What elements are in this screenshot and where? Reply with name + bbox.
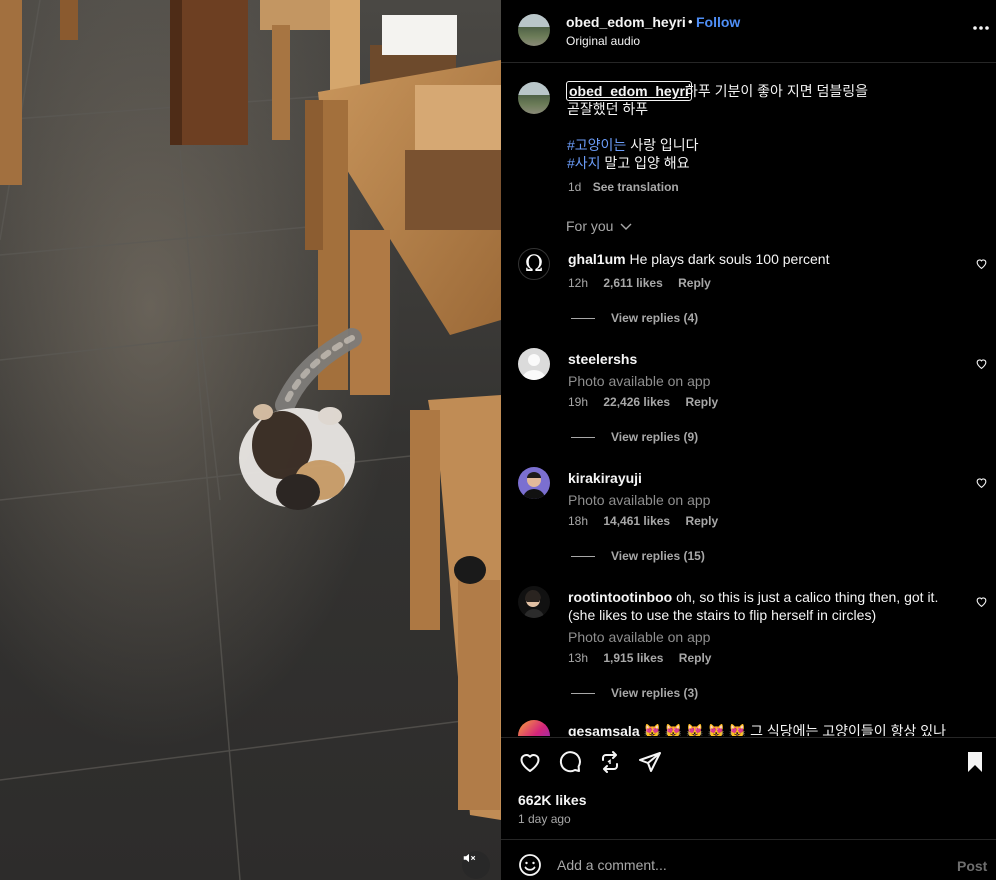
caption-username[interactable]: obed_edom_heyri <box>566 81 692 101</box>
comment-likes[interactable]: 22,426 likes <box>603 395 670 409</box>
photo-placeholder: Photo available on app <box>568 492 711 508</box>
comment-text: steelershs <box>568 350 948 368</box>
author-avatar[interactable] <box>518 14 550 46</box>
caption-meta: 1d See translation <box>568 180 679 194</box>
like-comment-heart-icon[interactable] <box>975 595 988 608</box>
chevron-down-icon <box>620 223 632 231</box>
photo-placeholder: Photo available on app <box>568 373 711 389</box>
comment-text: gesamsala 😻 😻 😻 😻 😻 그 식당에는 고양이들이 항상 있나 <box>568 722 948 736</box>
comment-clipped: gesamsala 😻 😻 😻 😻 😻 그 식당에는 고양이들이 항상 있나 <box>501 716 996 736</box>
comment-meta: 19h 22,426 likes Reply <box>568 395 719 409</box>
view-replies-button[interactable]: View replies (3) <box>571 686 698 700</box>
add-comment-bar: Post <box>501 840 996 880</box>
reply-button[interactable]: Reply <box>685 514 718 528</box>
header-separator: • <box>688 14 693 29</box>
audio-link[interactable]: Original audio <box>566 34 640 48</box>
header-divider <box>501 62 996 63</box>
mute-toggle-button[interactable] <box>462 851 490 879</box>
comment-likes[interactable]: 2,611 likes <box>603 276 662 290</box>
comment-text: ghal1um He plays dark souls 100 percent <box>568 251 830 267</box>
see-translation-link[interactable]: See translation <box>593 180 679 194</box>
comment-meta: 12h 2,611 likes Reply <box>568 276 711 290</box>
photo-placeholder: Photo available on app <box>568 629 711 645</box>
default-avatar-icon <box>522 354 546 380</box>
comment-likes[interactable]: 1,915 likes <box>603 651 663 665</box>
commenter-avatar[interactable] <box>518 348 550 380</box>
comment-likes[interactable]: 14,461 likes <box>603 514 670 528</box>
repost-icon[interactable] <box>598 750 622 774</box>
comment-username[interactable]: ghal1um <box>568 251 626 267</box>
share-send-icon[interactable] <box>638 750 662 774</box>
hashtag-link[interactable]: #사지 <box>567 155 601 171</box>
comment-bubble-icon[interactable] <box>558 750 582 774</box>
post-timestamp: 1 day ago <box>518 812 571 826</box>
comment-username[interactable]: rootintootinboo <box>568 589 672 605</box>
caption-avatar[interactable] <box>518 82 550 114</box>
video-player[interactable] <box>0 0 501 880</box>
more-horizontal-icon[interactable] <box>971 18 991 38</box>
view-replies-button[interactable]: View replies (4) <box>571 311 698 325</box>
video-frame <box>0 0 501 880</box>
reply-button[interactable]: Reply <box>679 651 712 665</box>
like-comment-heart-icon[interactable] <box>975 476 988 489</box>
comment-username[interactable]: gesamsala <box>568 723 640 736</box>
follow-button[interactable]: Follow <box>696 14 740 30</box>
view-replies-button[interactable]: View replies (15) <box>571 549 705 563</box>
post-header: obed_edom_heyri • Follow Original audio <box>501 0 996 62</box>
muted-speaker-icon <box>463 853 476 863</box>
caption-line-2: 곧잘했던 하푸 <box>567 101 649 117</box>
person-avatar-icon <box>523 472 545 499</box>
reply-button[interactable]: Reply <box>685 395 718 409</box>
comment-text: rootintootinboo oh, so this is just a ca… <box>568 589 939 623</box>
caption-hashtag-line-1: #고양이는 사랑 입니다 <box>567 137 699 153</box>
view-replies-button[interactable]: View replies (9) <box>571 430 698 444</box>
like-comment-heart-icon[interactable] <box>975 257 988 270</box>
like-comment-heart-icon[interactable] <box>975 357 988 370</box>
person-avatar-icon <box>524 589 544 618</box>
comment-text: kirakirayuji <box>568 469 948 487</box>
comment-meta: 18h 14,461 likes Reply <box>568 514 719 528</box>
caption-hashtag-line-2: #사지 말고 입양 해요 <box>567 155 690 171</box>
author-username[interactable]: obed_edom_heyri <box>566 14 686 30</box>
add-comment-input[interactable] <box>557 853 937 877</box>
reply-button[interactable]: Reply <box>678 276 711 290</box>
hashtag-link[interactable]: #고양이는 <box>567 137 626 153</box>
comment-username[interactable]: kirakirayuji <box>568 470 642 486</box>
caption-line-1: 하푸 기분이 좋아 지면 덤블링을 <box>685 83 868 99</box>
action-bar <box>501 738 996 788</box>
omega-logo-icon: Ω <box>524 251 544 277</box>
caption-time: 1d <box>568 180 582 194</box>
commenter-avatar[interactable] <box>518 720 550 736</box>
comment-username[interactable]: steelershs <box>568 351 637 367</box>
commenter-avatar[interactable] <box>518 586 550 618</box>
comment-sort-dropdown[interactable]: For you <box>566 218 632 234</box>
commenter-avatar[interactable] <box>518 467 550 499</box>
comment-meta: 13h 1,915 likes Reply <box>568 651 712 665</box>
emoji-smiley-icon[interactable] <box>518 853 542 877</box>
post-detail-panel: obed_edom_heyri • Follow Original audio … <box>501 0 996 880</box>
commenter-avatar[interactable]: Ω <box>518 248 550 280</box>
post-comment-button[interactable]: Post <box>957 858 987 874</box>
like-heart-icon[interactable] <box>518 750 542 774</box>
save-bookmark-icon[interactable] <box>963 750 987 774</box>
likes-count[interactable]: 662K likes <box>518 792 587 808</box>
